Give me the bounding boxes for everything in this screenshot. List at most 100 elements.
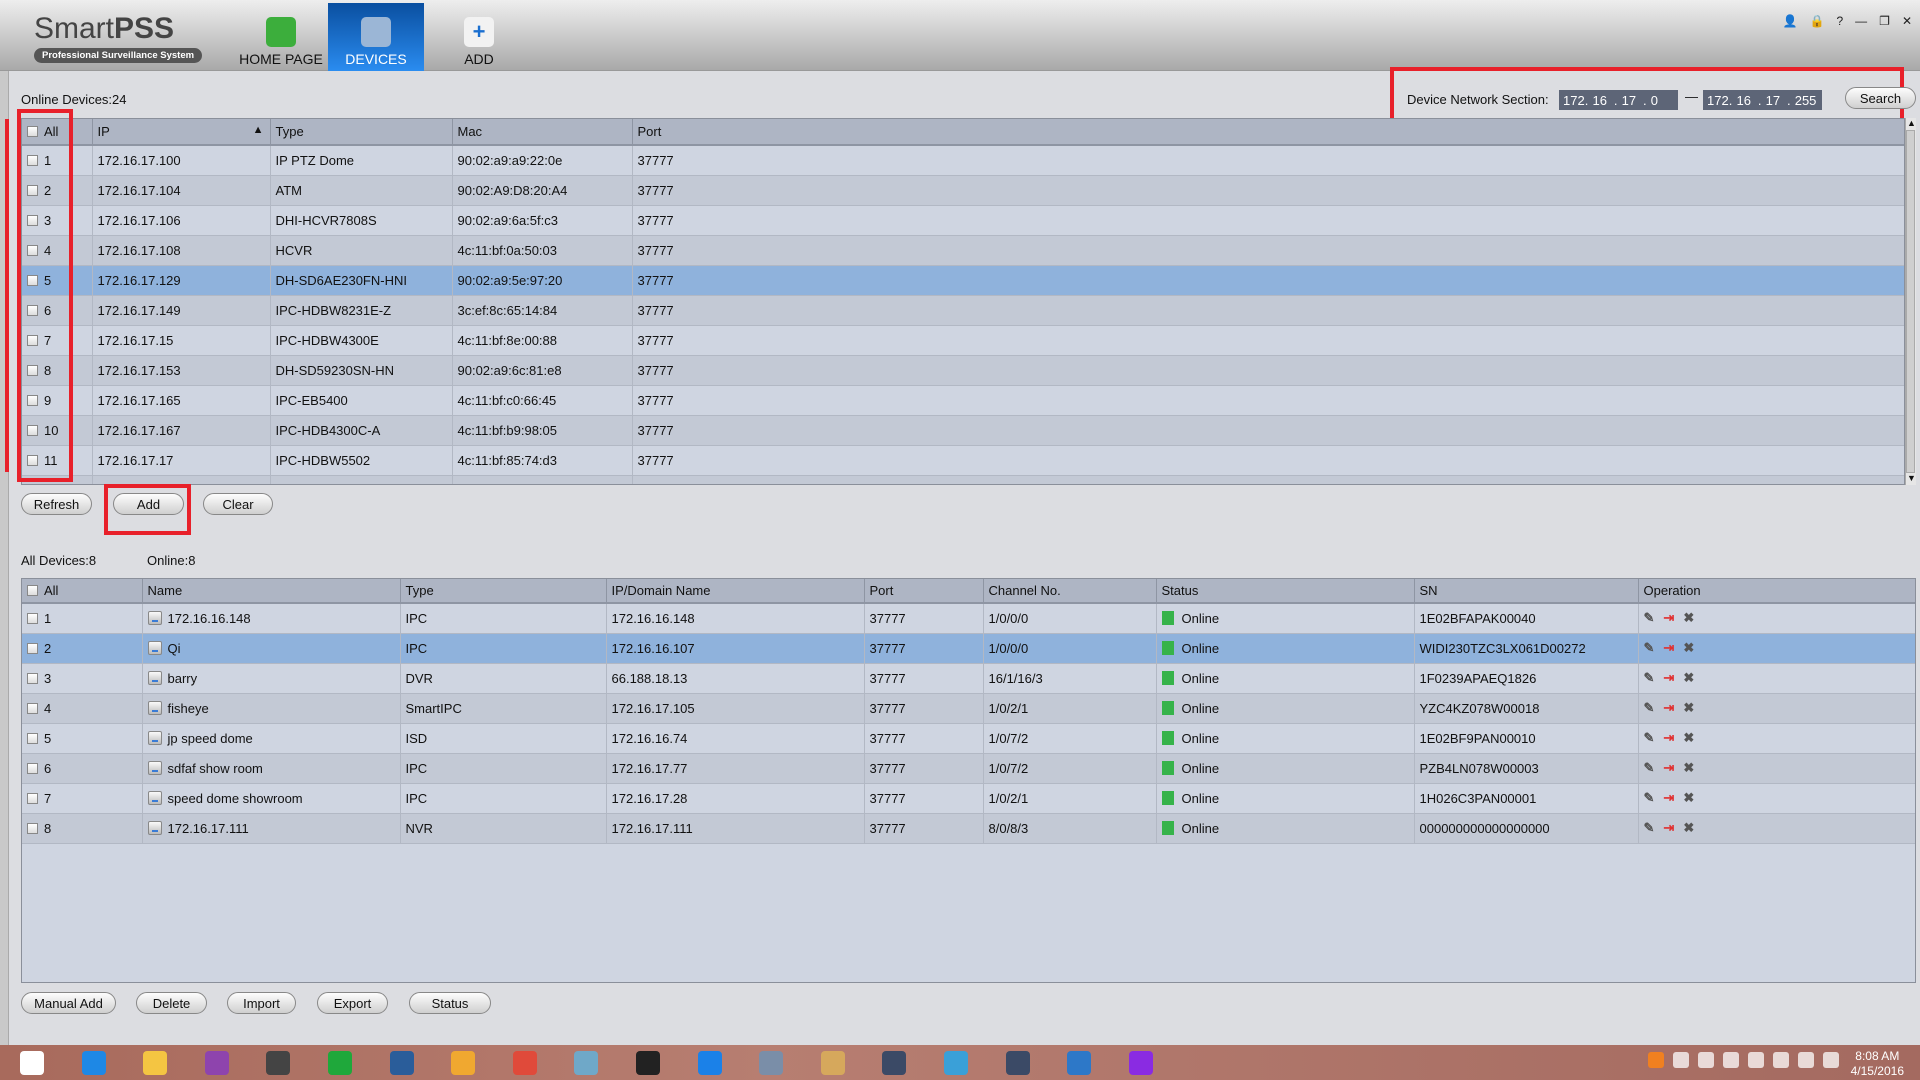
logout-icon[interactable]: ⇥ [1663, 820, 1674, 836]
table-row[interactable]: 9 172.16.17.165 IPC-EB5400 4c:11:bf:c0:66:4… [22, 385, 1904, 416]
column-header-type[interactable]: Type [400, 579, 607, 604]
taskbar-paint[interactable] [811, 1047, 855, 1079]
table-row[interactable]: 4 172.16.17.108 HCVR 4c:11:bf:0a:50:03 37777 [22, 235, 1904, 266]
logout-icon[interactable]: ⇥ [1663, 670, 1674, 686]
status-button[interactable]: Status [409, 992, 491, 1014]
logout-icon[interactable]: ⇥ [1663, 790, 1674, 806]
minimize-icon[interactable]: — [1855, 14, 1867, 28]
column-header-mac[interactable]: Mac [452, 119, 633, 146]
clear-button[interactable]: Clear [203, 493, 273, 515]
column-header-all[interactable]: All [22, 579, 143, 604]
show-hidden-icon[interactable] [1673, 1052, 1689, 1068]
help-icon[interactable]: ? [1836, 14, 1843, 28]
device-row[interactable]: 2 Qi IPC 172.16.16.107 37777 1/0/0/0 Online WID… [22, 633, 1915, 664]
table-row[interactable]: 2 172.16.17.104 ATM 90:02:A9:D8:20:A4 37777 [22, 175, 1904, 206]
scroll-down-icon[interactable]: ▼ [1907, 473, 1916, 483]
taskbar-windows-start[interactable] [10, 1047, 54, 1079]
device-row[interactable]: 6 sdfaf show room IPC 172.16.17.77 37777 1/0/… [22, 753, 1915, 784]
device-row[interactable]: 8 172.16.17.111 NVR 172.16.17.111 37777 8/0/8… [22, 813, 1915, 844]
table-row[interactable]: 1 172.16.17.100 IP PTZ Dome 90:02:a9:a9:22:… [22, 145, 1904, 176]
nav-tab-home-page[interactable]: HOME PAGE [233, 3, 329, 71]
windows-icon[interactable] [1798, 1052, 1814, 1068]
delete-icon[interactable]: ✖ [1683, 610, 1694, 626]
edit-icon[interactable]: ✎ [1644, 790, 1655, 806]
taskbar-clock[interactable]: 8:08 AM 4/15/2016 [1851, 1049, 1904, 1079]
table-row-partial[interactable] [22, 475, 1904, 484]
taskbar-qq[interactable] [626, 1047, 670, 1079]
export-button[interactable]: Export [317, 992, 388, 1014]
logout-icon[interactable]: ⇥ [1663, 610, 1674, 626]
ip-octet[interactable]: 255 [1795, 93, 1818, 108]
delete-icon[interactable]: ✖ [1683, 700, 1694, 716]
dropbox-tray-icon[interactable] [1748, 1052, 1764, 1068]
user-icon[interactable]: 👤 [1783, 14, 1798, 28]
row-checkbox[interactable] [27, 612, 38, 624]
edit-icon[interactable]: ✎ [1644, 670, 1655, 686]
device-row[interactable]: 1 172.16.16.148 IPC 172.16.16.148 37777 1/0/0… [22, 603, 1915, 634]
delete-button[interactable]: Delete [136, 992, 207, 1014]
column-header-name[interactable]: Name [142, 579, 401, 604]
logout-icon[interactable]: ⇥ [1663, 730, 1674, 746]
row-checkbox[interactable] [27, 822, 38, 834]
nav-tab-devices[interactable]: DEVICES [328, 3, 424, 71]
lock-icon[interactable]: 🔒 [1810, 14, 1825, 28]
column-header-port[interactable]: Port [864, 579, 984, 604]
taskbar-notes[interactable] [564, 1047, 608, 1079]
ip-start-input[interactable]: 172. 16. 17. 0 [1559, 90, 1678, 110]
row-checkbox[interactable] [27, 762, 38, 774]
logout-icon[interactable]: ⇥ [1663, 760, 1674, 776]
refresh-button[interactable]: Refresh [21, 493, 92, 515]
ip-octet[interactable]: 17 [1766, 93, 1787, 108]
column-header-type[interactable]: Type [270, 119, 453, 146]
taskbar-chat[interactable] [380, 1047, 424, 1079]
edit-icon[interactable]: ✎ [1644, 760, 1655, 776]
import-button[interactable]: Import [227, 992, 296, 1014]
device-row[interactable]: 4 fisheye SmartIPC 172.16.17.105 37777 1/0/2/… [22, 693, 1915, 724]
ip-octet[interactable]: 17 [1622, 93, 1643, 108]
ip-octet[interactable]: 16 [1592, 93, 1613, 108]
column-header-sn[interactable]: SN [1414, 579, 1639, 604]
manual-add-button[interactable]: Manual Add [21, 992, 116, 1014]
ip-octet[interactable]: 16 [1736, 93, 1757, 108]
delete-icon[interactable]: ✖ [1683, 760, 1694, 776]
column-header-operation[interactable]: Operation [1638, 579, 1915, 604]
taskbar-network-tool[interactable] [934, 1047, 978, 1079]
select-all-checkbox[interactable] [27, 585, 38, 596]
table-row[interactable]: 6 172.16.17.149 IPC-HDBW8231E-Z 3c:ef:8c:65… [22, 295, 1904, 326]
edit-icon[interactable]: ✎ [1644, 820, 1655, 836]
sort-ascending-icon[interactable]: ▲ [253, 124, 264, 136]
row-checkbox[interactable] [27, 672, 38, 684]
scroll-up-icon[interactable]: ▲ [1907, 118, 1916, 128]
ip-end-input[interactable]: 172. 16. 17. 255 [1703, 90, 1822, 110]
logout-icon[interactable]: ⇥ [1663, 700, 1674, 716]
signal-icon[interactable] [1773, 1052, 1789, 1068]
edit-icon[interactable]: ✎ [1644, 640, 1655, 656]
edit-icon[interactable]: ✎ [1644, 730, 1655, 746]
edit-icon[interactable]: ✎ [1644, 610, 1655, 626]
column-header-channel[interactable]: Channel No. [983, 579, 1157, 604]
edit-icon[interactable]: ✎ [1644, 700, 1655, 716]
taskbar-smartpss[interactable] [256, 1047, 300, 1079]
taskbar-store[interactable] [318, 1047, 362, 1079]
table-row[interactable]: 10 172.16.17.167 IPC-HDB4300C-A 4c:11:bf:b9… [22, 415, 1904, 446]
taskbar-camera-app-2[interactable] [996, 1047, 1040, 1079]
row-checkbox[interactable] [27, 732, 38, 744]
table-row[interactable]: 5 172.16.17.129 DH-SD6AE230FN-HNI 90:02:a9:… [22, 265, 1904, 296]
close-icon[interactable]: ✕ [1902, 14, 1912, 28]
column-header-port[interactable]: Port [632, 119, 1904, 146]
taskbar-file-explorer[interactable] [133, 1047, 177, 1079]
search-button[interactable]: Search [1845, 87, 1916, 109]
restore-icon[interactable]: ❐ [1879, 14, 1890, 28]
table-row[interactable]: 7 172.16.17.15 IPC-HDBW4300E 4c:11:bf:8e:00… [22, 325, 1904, 356]
taskbar-photo-app[interactable] [195, 1047, 239, 1079]
taskbar-mail[interactable] [441, 1047, 485, 1079]
column-header-status[interactable]: Status [1156, 579, 1415, 604]
action-center-icon[interactable] [1723, 1052, 1739, 1068]
logout-icon[interactable]: ⇥ [1663, 640, 1674, 656]
ip-octet[interactable]: 0 [1651, 93, 1674, 108]
alert-icon[interactable] [1648, 1052, 1664, 1068]
delete-icon[interactable]: ✖ [1683, 640, 1694, 656]
taskbar-dropbox[interactable] [688, 1047, 732, 1079]
qq-tray-icon[interactable] [1698, 1052, 1714, 1068]
delete-icon[interactable]: ✖ [1683, 790, 1694, 806]
